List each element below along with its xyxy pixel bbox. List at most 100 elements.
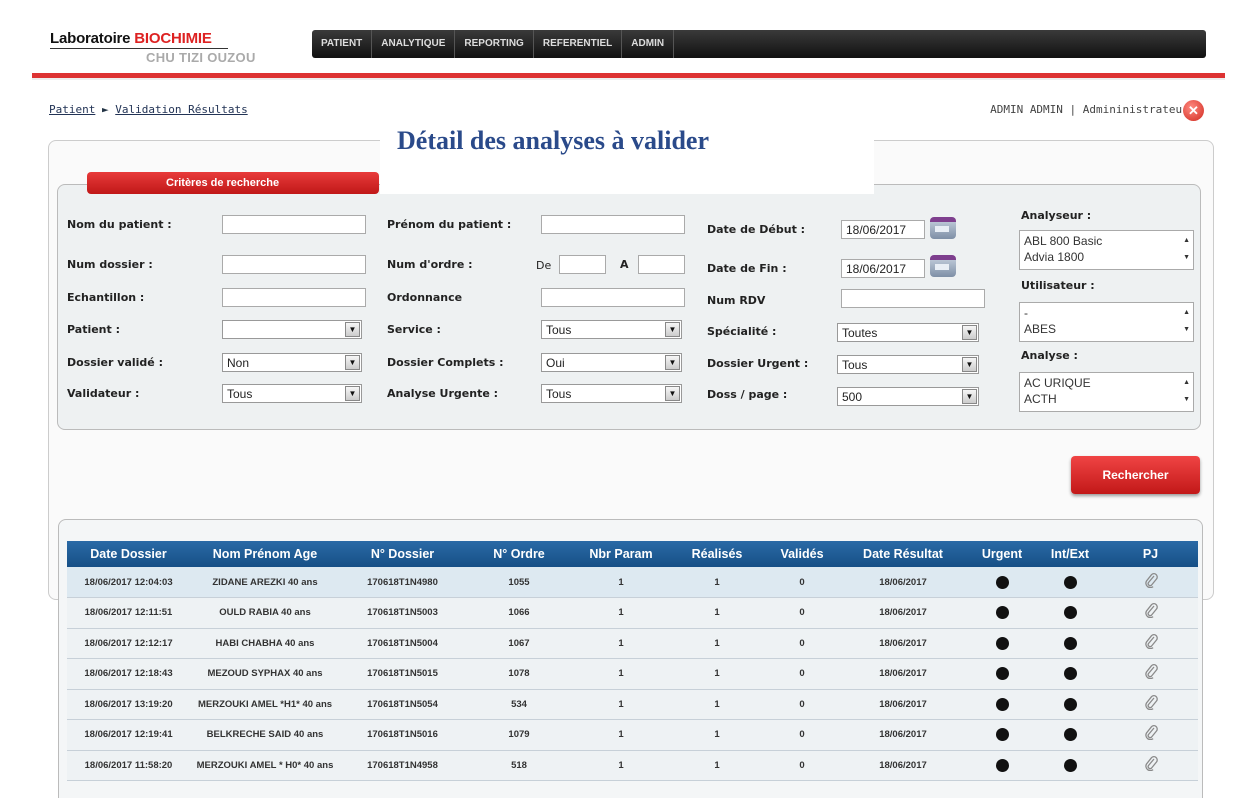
attachment-icon[interactable] (1144, 572, 1158, 593)
cell-nbr-param: 1 (573, 719, 669, 751)
col-header-nbr-param[interactable]: Nbr Param (573, 541, 669, 567)
cell-num-dossier: 170618T1N5015 (340, 658, 465, 690)
table-row[interactable]: 18/06/2017 12:04:03 ZIDANE AREZKI 40 ans 1… (67, 567, 1198, 598)
scroll-down-icon[interactable]: ▼ (1183, 326, 1190, 333)
service-select[interactable]: Tous ▼ (541, 320, 682, 339)
echantillon-input[interactable] (222, 288, 366, 307)
cell-int-ext-indicator (1037, 658, 1103, 690)
col-header-int-ext[interactable]: Int/Ext (1037, 541, 1103, 567)
attachment-icon[interactable] (1144, 755, 1158, 776)
breadcrumb-patient-link[interactable]: Patient (49, 103, 95, 116)
table-row[interactable]: 18/06/2017 12:12:17 HABI CHABHA 40 ans 170… (67, 628, 1198, 659)
col-header-date-resultat[interactable]: Date Résultat (839, 541, 967, 567)
analyseur-list[interactable]: ABL 800 Basic Advia 1800 ▲ ▼ (1019, 230, 1194, 270)
scroll-up-icon[interactable]: ▲ (1183, 309, 1190, 316)
close-icon[interactable]: ✕ (1183, 100, 1204, 121)
specialite-label: Spécialité : (707, 325, 777, 338)
table-row[interactable]: 18/06/2017 12:11:51 OULD RABIA 40 ans 1706… (67, 597, 1198, 629)
col-header-pj[interactable]: PJ (1103, 541, 1198, 567)
validateur-select[interactable]: Tous ▼ (222, 384, 362, 403)
dossier-complets-select[interactable]: Oui ▼ (541, 353, 682, 372)
cell-valides: 0 (765, 750, 839, 781)
num-ordre-a-input[interactable] (638, 255, 685, 274)
chevron-down-icon: ▼ (665, 386, 680, 401)
cell-realises: 1 (669, 719, 765, 751)
calendar-icon[interactable] (930, 255, 956, 277)
cell-num-ordre: 1079 (465, 719, 573, 751)
prenom-input[interactable] (541, 215, 685, 234)
breadcrumb-current-link[interactable]: Validation Résultats (115, 103, 247, 116)
nom-patient-input[interactable] (222, 215, 366, 234)
nav-item-reporting[interactable]: REPORTING (455, 30, 534, 58)
urgent-indicator-icon (995, 606, 1009, 620)
col-header-valides[interactable]: Validés (765, 541, 839, 567)
dossier-valide-select[interactable]: Non ▼ (222, 353, 362, 372)
cell-pj (1103, 658, 1198, 690)
cell-date-dossier: 18/06/2017 12:11:51 (67, 597, 190, 629)
attachment-icon[interactable] (1144, 694, 1158, 715)
date-fin-input[interactable] (841, 259, 925, 278)
nav-item-analytique[interactable]: ANALYTIQUE (372, 30, 456, 58)
attachment-icon[interactable] (1144, 663, 1158, 684)
num-dossier-input[interactable] (222, 255, 366, 274)
cell-date-resultat: 18/06/2017 (839, 750, 967, 781)
col-header-nom[interactable]: Nom Prénom Age (190, 541, 340, 567)
search-button[interactable]: Rechercher (1071, 456, 1200, 494)
scroll-up-icon[interactable]: ▲ (1183, 237, 1190, 244)
scroll-down-icon[interactable]: ▼ (1183, 396, 1190, 403)
col-header-num-dossier[interactable]: N° Dossier (340, 541, 465, 567)
doss-page-select[interactable]: 500 ▼ (837, 387, 979, 406)
nav-item-referentiel[interactable]: REFERENTIEL (534, 30, 623, 58)
col-header-date-dossier[interactable]: Date Dossier (67, 541, 190, 567)
attachment-icon[interactable] (1144, 602, 1158, 623)
analyse-urgente-select[interactable]: Tous ▼ (541, 384, 682, 403)
num-ordre-de-input[interactable] (559, 255, 606, 274)
analyseur-option[interactable]: Advia 1800 (1024, 250, 1084, 264)
int-ext-indicator-icon (1063, 697, 1077, 711)
cell-int-ext-indicator (1037, 750, 1103, 781)
utilisateur-option[interactable]: ABES (1024, 322, 1056, 336)
cell-num-dossier: 170618T1N5004 (340, 628, 465, 659)
cell-nom: BELKRECHE SAID 40 ans (190, 719, 340, 751)
col-header-urgent[interactable]: Urgent (967, 541, 1037, 567)
chevron-down-icon: ▼ (345, 386, 360, 401)
cell-num-ordre: 1078 (465, 658, 573, 690)
cell-num-dossier: 170618T1N5003 (340, 597, 465, 629)
table-row[interactable]: 18/06/2017 11:58:20 MERZOUKI AMEL * H0* 4… (67, 750, 1198, 781)
breadcrumb-separator: ► (101, 103, 109, 116)
page: Laboratoire BIOCHIMIE CHU TIZI OUZOU PAT… (0, 0, 1238, 798)
attachment-icon[interactable] (1144, 724, 1158, 745)
results-table: Date Dossier Nom Prénom Age N° Dossier N… (67, 541, 1198, 781)
analyseur-option[interactable]: ABL 800 Basic (1024, 234, 1102, 248)
nav-item-patient[interactable]: PATIENT (312, 30, 373, 58)
service-label: Service : (387, 323, 441, 336)
utilisateur-list[interactable]: - ABES ▲ ▼ (1019, 302, 1194, 342)
urgent-indicator-icon (995, 636, 1009, 650)
scroll-up-icon[interactable]: ▲ (1183, 379, 1190, 386)
specialite-select[interactable]: Toutes ▼ (837, 323, 979, 342)
scroll-down-icon[interactable]: ▼ (1183, 254, 1190, 261)
num-rdv-input[interactable] (841, 289, 985, 308)
analyse-list[interactable]: AC URIQUE ACTH ▲ ▼ (1019, 372, 1194, 412)
nav-item-admin[interactable]: ADMIN (622, 30, 675, 58)
patient-select[interactable]: ▼ (222, 320, 362, 339)
int-ext-indicator-icon (1063, 667, 1077, 681)
analyse-option[interactable]: ACTH (1024, 392, 1057, 406)
date-debut-input[interactable] (841, 220, 925, 239)
attachment-icon[interactable] (1144, 633, 1158, 654)
analyse-option[interactable]: AC URIQUE (1024, 376, 1091, 390)
table-row[interactable]: 18/06/2017 12:19:41 BELKRECHE SAID 40 ans… (67, 719, 1198, 751)
col-header-realises[interactable]: Réalisés (669, 541, 765, 567)
utilisateur-option[interactable]: - (1024, 306, 1028, 320)
cell-valides: 0 (765, 689, 839, 720)
table-row[interactable]: 18/06/2017 12:18:43 MEZOUD SYPHAX 40 ans 1… (67, 658, 1198, 690)
table-row[interactable]: 18/06/2017 13:19:20 MERZOUKI AMEL *H1* 40… (67, 689, 1198, 720)
calendar-icon[interactable] (930, 217, 956, 239)
col-header-num-ordre[interactable]: N° Ordre (465, 541, 573, 567)
patient-label: Patient : (67, 323, 120, 336)
dossier-valide-label: Dossier validé : (67, 356, 163, 369)
dossier-urgent-select[interactable]: Tous ▼ (837, 355, 979, 374)
logo-line1: Laboratoire BIOCHIMIE (50, 30, 228, 49)
ordonnance-input[interactable] (541, 288, 685, 307)
date-fin-label: Date de Fin : (707, 262, 787, 275)
